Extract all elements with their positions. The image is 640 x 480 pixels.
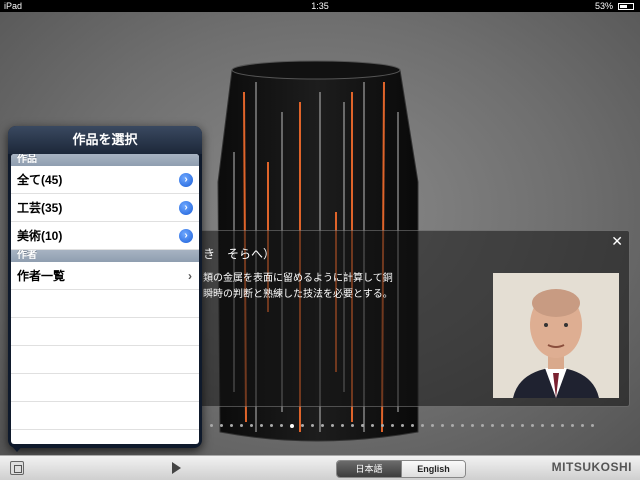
page-dot <box>391 424 394 427</box>
list-item-label: 美術(10) <box>17 229 63 243</box>
page-dot <box>260 424 263 427</box>
artwork-description: 類の金属を表面に留めるように計算して銅 瞬時の判断と熟練した技法を必要とする。 <box>203 271 393 303</box>
empty-row <box>11 402 199 430</box>
page-dot <box>551 424 554 427</box>
artwork-info-panel: き そらへ） 類の金属を表面に留めるように計算して銅 瞬時の判断と熟練した技法を… <box>196 230 630 407</box>
page-dot <box>581 424 584 427</box>
page-dot <box>461 424 464 427</box>
section-header-artists: 作者 <box>11 250 199 262</box>
status-bar: iPad 1:35 53% <box>0 0 640 12</box>
list-item-artist-list[interactable]: 作者一覧 › <box>11 262 199 290</box>
empty-row <box>11 290 199 318</box>
popover-list: 作品 全て(45) › 工芸(35) › 美術(10) › 作者 作者一覧 › <box>11 154 199 444</box>
empty-row <box>11 374 199 402</box>
status-right: 53% <box>595 0 634 12</box>
bottom-toolbar: 日本語 English MITSUKOSHI <box>0 455 640 480</box>
popover-title: 作品を選択 <box>8 126 202 154</box>
empty-row <box>11 346 199 374</box>
status-time: 1:35 <box>311 1 329 11</box>
portrait-image <box>493 273 619 398</box>
page-dot <box>381 424 384 427</box>
page-dot <box>561 424 564 427</box>
catalog-icon[interactable] <box>10 461 24 475</box>
battery-icon <box>618 2 634 10</box>
artwork-select-popover: 作品を選択 作品 全て(45) › 工芸(35) › 美術(10) › 作者 作… <box>8 126 202 448</box>
section-header-works: 作品 <box>11 154 199 166</box>
chevron-right-icon: › <box>188 269 192 283</box>
page-dot <box>541 424 544 427</box>
list-item-all[interactable]: 全て(45) › <box>11 166 199 194</box>
page-dot <box>361 424 364 427</box>
page-dot <box>471 424 474 427</box>
popover-arrow <box>10 444 24 452</box>
page-dot <box>280 424 283 427</box>
description-line-1: 類の金属を表面に留めるように計算して銅 <box>203 273 393 284</box>
page-dot <box>210 424 213 427</box>
page-dot <box>511 424 514 427</box>
page-dot <box>431 424 434 427</box>
battery-percent: 53% <box>594 1 613 11</box>
page-dot <box>531 424 534 427</box>
list-item-label: 工芸(35) <box>17 201 63 215</box>
artist-portrait <box>493 273 619 398</box>
page-dot <box>230 424 233 427</box>
artwork-title: き そらへ） <box>203 247 276 261</box>
page-dot <box>351 424 354 427</box>
disclosure-arrow-icon[interactable]: › <box>179 201 193 215</box>
page-dot <box>451 424 454 427</box>
list-item-label: 作者一覧 <box>17 269 66 283</box>
language-japanese-button[interactable]: 日本語 <box>337 461 401 477</box>
page-dot <box>591 424 594 427</box>
page-dot <box>240 424 243 427</box>
list-item-label: 全て(45) <box>17 173 63 187</box>
page-dot <box>571 424 574 427</box>
page-dot <box>321 424 324 427</box>
page-dot <box>421 424 424 427</box>
empty-row <box>11 318 199 346</box>
page-dot <box>331 424 334 427</box>
language-segmented-control: 日本語 English <box>336 460 466 478</box>
list-item-fine-art[interactable]: 美術(10) › <box>11 222 199 250</box>
page-dot <box>501 424 504 427</box>
page-dot <box>301 424 304 427</box>
disclosure-arrow-icon[interactable]: › <box>179 229 193 243</box>
description-line-2: 瞬時の判断と熟練した技法を必要とする。 <box>203 289 393 300</box>
page-dot <box>341 424 344 427</box>
page-indicator[interactable] <box>210 424 594 428</box>
page-dot <box>411 424 414 427</box>
language-english-button[interactable]: English <box>401 461 465 477</box>
disclosure-arrow-icon[interactable]: › <box>179 173 193 187</box>
page-dot-active <box>290 424 294 428</box>
play-icon[interactable] <box>172 462 181 474</box>
page-dot <box>401 424 404 427</box>
page-dot <box>220 424 223 427</box>
page-dot <box>270 424 273 427</box>
list-item-crafts[interactable]: 工芸(35) › <box>11 194 199 222</box>
page-dot <box>371 424 374 427</box>
page-dot <box>481 424 484 427</box>
page-dot <box>441 424 444 427</box>
page-dot <box>311 424 314 427</box>
page-dot <box>491 424 494 427</box>
page-dot <box>250 424 253 427</box>
page-dot <box>521 424 524 427</box>
close-icon[interactable]: ✕ <box>611 233 623 250</box>
brand-logo: MITSUKOSHI <box>551 460 632 474</box>
